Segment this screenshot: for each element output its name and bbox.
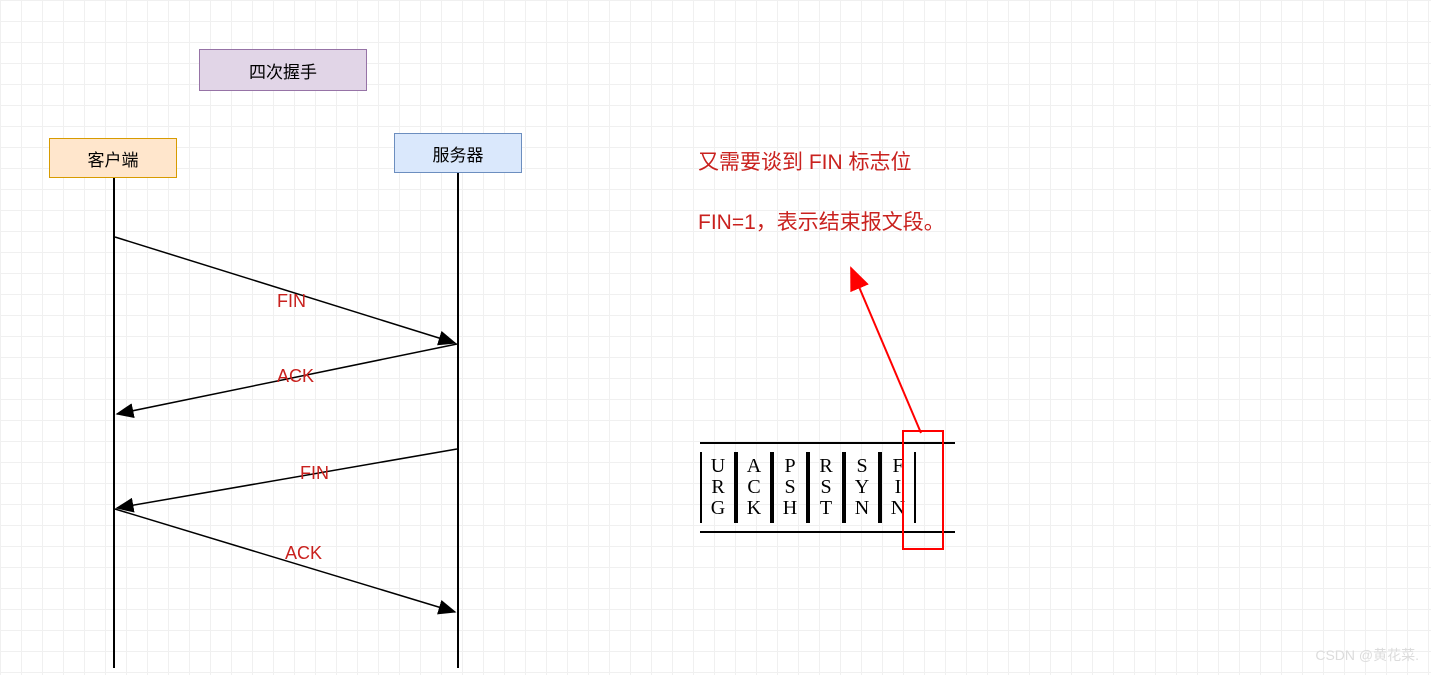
msg-ack-1: ACK: [277, 366, 314, 387]
client-lifeline: [113, 178, 115, 668]
server-box: 服务器: [394, 133, 522, 173]
server-label: 服务器: [433, 141, 484, 166]
msg-ack-2: ACK: [285, 543, 322, 564]
flag-urg: URG: [700, 452, 736, 523]
flag-rst: RST: [808, 452, 844, 523]
client-box: 客户端: [49, 138, 177, 178]
title-box: 四次握手: [199, 49, 367, 91]
title-text: 四次握手: [249, 58, 317, 83]
client-label: 客户端: [88, 146, 139, 171]
server-lifeline: [457, 173, 459, 668]
flag-ack: ACK: [736, 452, 772, 523]
watermark: CSDN @黄花菜.: [1315, 645, 1419, 665]
note-line-1: 又需要谈到 FIN 标志位: [698, 146, 912, 176]
flag-syn: SYN: [844, 452, 880, 523]
note-line-2: FIN=1，表示结束报文段。: [698, 206, 945, 236]
flag-psh: PSH: [772, 452, 808, 523]
fin-highlight-box: [902, 430, 944, 550]
arrows-svg: [0, 0, 1431, 675]
msg-fin-2: FIN: [300, 463, 329, 484]
msg-fin-1: FIN: [277, 291, 306, 312]
